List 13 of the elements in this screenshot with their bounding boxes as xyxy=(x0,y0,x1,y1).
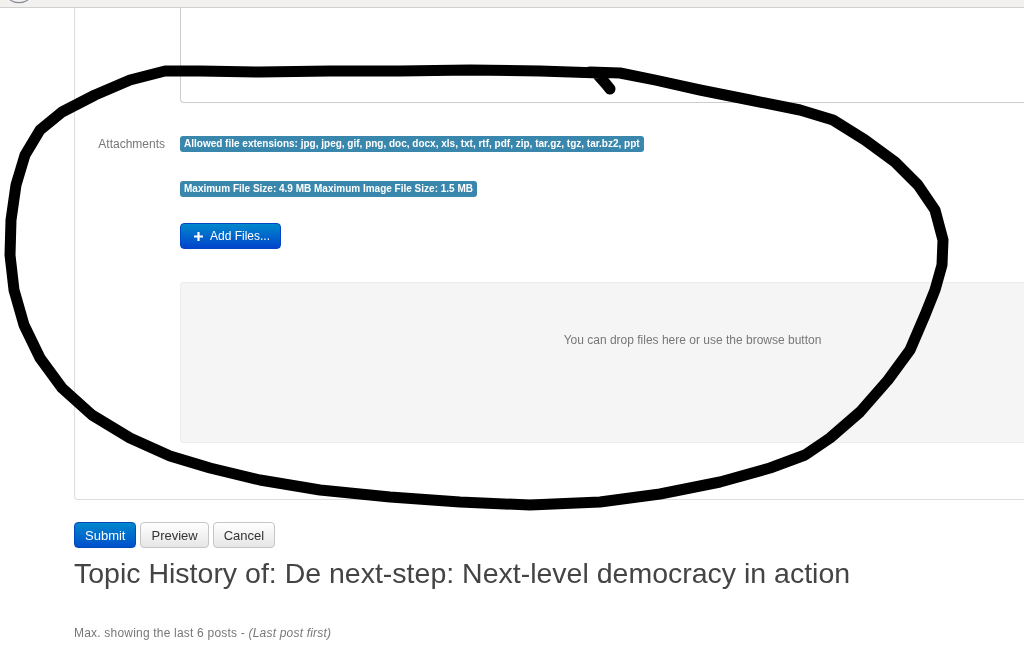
message-field[interactable] xyxy=(180,8,1024,103)
drop-zone[interactable]: You can drop files here or use the browse button xyxy=(180,282,1024,443)
form-button[interactable]: Preview xyxy=(140,522,209,548)
topic-history-heading: Topic History of: De next-step: Next-level democracy in action xyxy=(74,557,851,590)
form-button[interactable]: Cancel xyxy=(212,522,276,548)
attachments-label: Attachments xyxy=(97,136,166,153)
plus-icon xyxy=(194,231,203,241)
add-files-button[interactable]: Add Files... xyxy=(180,223,282,249)
info-badge: Allowed file extensions: jpg, jpeg, gif, png, doc, docx, xls, txt, rtf, pdf, zip, tar.gz, tgz, tar.bz2, ppt xyxy=(180,136,644,152)
info-badge: Maximum File Size: 4.9 MB Maximum Image File Size: 1.5 MB xyxy=(180,181,477,197)
posts-note: Max. showing the last 6 posts - (Last post first) xyxy=(74,626,332,641)
drop-hint: You can drop files here or use the browse button xyxy=(563,333,822,347)
submit-button[interactable]: Submit xyxy=(74,522,137,548)
